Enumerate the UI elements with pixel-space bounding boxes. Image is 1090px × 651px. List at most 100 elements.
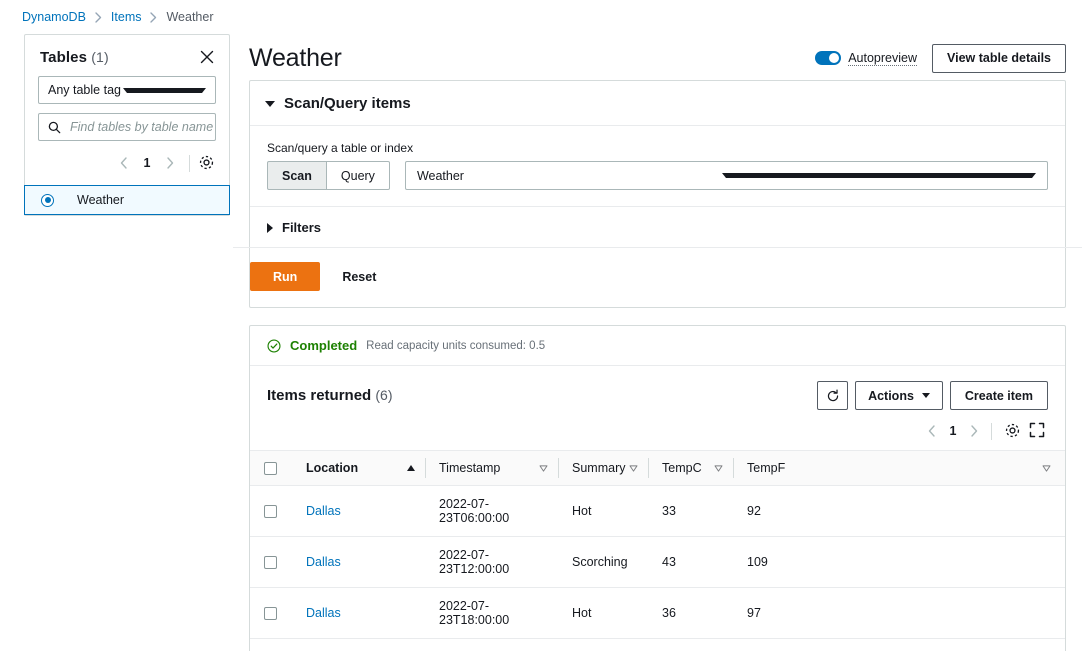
table-body: Dallas 2022-07-23T06:00:00 Hot 33 92 Dallas 20…	[250, 485, 1065, 651]
actions-label: Actions	[868, 388, 914, 403]
filters-section-header[interactable]: Filters	[267, 207, 1048, 247]
cell-tempf: 97	[733, 587, 1065, 639]
scan-query-controls: Scan Query Weather	[267, 161, 1048, 190]
tables-panel-count: (1)	[91, 48, 109, 65]
fullscreen-icon[interactable]	[1029, 422, 1048, 441]
sort-icon	[714, 464, 723, 472]
close-icon[interactable]	[198, 48, 216, 66]
scan-query-card: Scan/Query items Scan/query a table or i…	[233, 80, 1082, 308]
tables-sidebar-controls: Any table tag 1	[25, 76, 233, 185]
column-label-tempc: TempC	[662, 461, 702, 475]
cell-summary: Hot	[558, 485, 648, 537]
filters-label: Filters	[282, 220, 322, 235]
results-page-number[interactable]: 1	[943, 424, 963, 438]
gear-icon[interactable]	[198, 154, 216, 172]
row-checkbox[interactable]	[264, 504, 277, 518]
column-header-location[interactable]: Location	[292, 450, 425, 486]
autopreview-label[interactable]: Autopreview	[848, 51, 918, 66]
scan-query-actions: Run Reset	[233, 247, 1082, 307]
tab-query[interactable]: Query	[326, 161, 390, 190]
chevron-down-icon	[722, 173, 1036, 178]
cell-summary: Cool	[558, 638, 648, 651]
view-table-details-button[interactable]: View table details	[932, 43, 1066, 73]
tempf-value: 109	[747, 555, 768, 569]
select-all-checkbox[interactable]	[264, 461, 277, 475]
row-checkbox[interactable]	[264, 555, 277, 569]
breadcrumb-separator-icon-2	[150, 11, 157, 23]
chevron-right-icon[interactable]	[267, 222, 273, 233]
cell-tempc: 36	[648, 587, 733, 639]
reset-button[interactable]: Reset	[328, 262, 390, 291]
search-input[interactable]	[68, 119, 233, 135]
chevron-left-icon[interactable]	[921, 420, 943, 442]
row-select-cell	[250, 638, 292, 651]
table-row[interactable]: Dallas 2022-07-23T12:00:00 Scorching 43 109	[250, 536, 1065, 588]
radio-selected-icon[interactable]	[41, 193, 54, 207]
tables-panel-title: Tables (1)	[40, 49, 109, 66]
tempc-value: 43	[662, 555, 676, 569]
sort-icon	[1042, 464, 1051, 472]
cell-location: Minneapolis	[292, 638, 425, 651]
scan-query-section-header[interactable]: Scan/Query items	[250, 81, 1065, 126]
tempf-value: 92	[747, 504, 761, 518]
item-link[interactable]: Dallas	[306, 606, 341, 620]
status-bar: Completed Read capacity units consumed: …	[250, 326, 1065, 366]
create-item-button[interactable]: Create item	[949, 381, 1048, 410]
cell-tempc: 33	[648, 485, 733, 537]
cell-tempf: 109	[733, 536, 1065, 588]
page-body: Tables (1) Any table tag Find tables by …	[0, 34, 1090, 651]
status-badge: Completed	[290, 338, 358, 353]
tables-sidebar-header: Tables (1)	[25, 35, 229, 76]
item-link[interactable]: Dallas	[306, 504, 341, 518]
cell-location: Dallas	[292, 587, 425, 639]
scan-query-body: Scan/query a table or index Scan Query W…	[250, 126, 1065, 247]
find-tables-search-box[interactable]	[38, 113, 233, 141]
tables-sidebar: Tables (1) Any table tag Find tables by …	[24, 34, 233, 216]
row-checkbox[interactable]	[264, 606, 277, 620]
autopreview-control: Autopreview	[815, 51, 918, 66]
tab-scan[interactable]: Scan	[267, 161, 327, 190]
sidebar-item-weather[interactable]: Weather	[24, 185, 230, 215]
column-label-tempf: TempF	[747, 461, 786, 475]
tables-panel-title-text: Tables	[40, 48, 88, 66]
tables-page-number[interactable]: 1	[137, 156, 157, 170]
chevron-right-icon[interactable]	[963, 420, 985, 442]
table-index-select[interactable]: Weather	[404, 161, 1048, 190]
breadcrumb-item-weather: Weather	[166, 10, 214, 24]
sort-icon	[629, 464, 638, 472]
cell-timestamp: 2022-07-23T06:00:00	[425, 485, 558, 537]
cell-tempc: 19	[648, 638, 733, 651]
table-tag-filter-select[interactable]: Any table tag	[38, 76, 216, 104]
breadcrumb-item-items[interactable]: Items	[111, 10, 142, 24]
item-link[interactable]: Dallas	[306, 555, 341, 569]
tempc-value: 36	[662, 606, 676, 620]
chevron-left-icon[interactable]	[113, 152, 135, 174]
table-row[interactable]: Dallas 2022-07-23T18:00:00 Hot 36 97	[250, 587, 1065, 639]
column-header-tempf[interactable]: TempF	[733, 450, 1065, 486]
table-tag-filter-value: Any table tag	[48, 83, 121, 97]
sidebar-item-label: Weather	[77, 193, 125, 207]
gear-icon[interactable]	[1004, 422, 1023, 441]
results-header: Items returned (6) Actions Create item	[250, 366, 1065, 410]
select-all-header	[250, 450, 292, 486]
run-button[interactable]: Run	[250, 262, 321, 291]
autopreview-toggle[interactable]	[815, 51, 842, 65]
chevron-right-icon[interactable]	[159, 152, 181, 174]
actions-dropdown-button[interactable]: Actions	[855, 381, 943, 410]
cell-location: Dallas	[292, 485, 425, 537]
cell-timestamp: 2022-07-23T12:00:00	[425, 536, 558, 588]
chevron-down-icon[interactable]	[265, 100, 275, 107]
breadcrumb-item-dynamodb[interactable]: DynamoDB	[22, 10, 86, 24]
breadcrumb-separator-icon	[95, 11, 102, 23]
table-row[interactable]: Dallas 2022-07-23T06:00:00 Hot 33 92	[250, 485, 1065, 537]
cell-tempf: 92	[733, 485, 1065, 537]
column-header-summary[interactable]: Summary	[558, 450, 648, 486]
refresh-icon[interactable]	[817, 381, 849, 410]
cell-location: Dallas	[292, 536, 425, 588]
column-label-timestamp: Timestamp	[439, 461, 501, 475]
table-row[interactable]: Minneapolis2022-07-23T18:00:00Cool1967	[250, 638, 1065, 651]
tempc-value: 33	[662, 504, 676, 518]
column-header-timestamp[interactable]: Timestamp	[425, 450, 558, 486]
column-header-tempc[interactable]: TempC	[648, 450, 733, 486]
scan-query-section-title: Scan/Query items	[284, 95, 411, 112]
